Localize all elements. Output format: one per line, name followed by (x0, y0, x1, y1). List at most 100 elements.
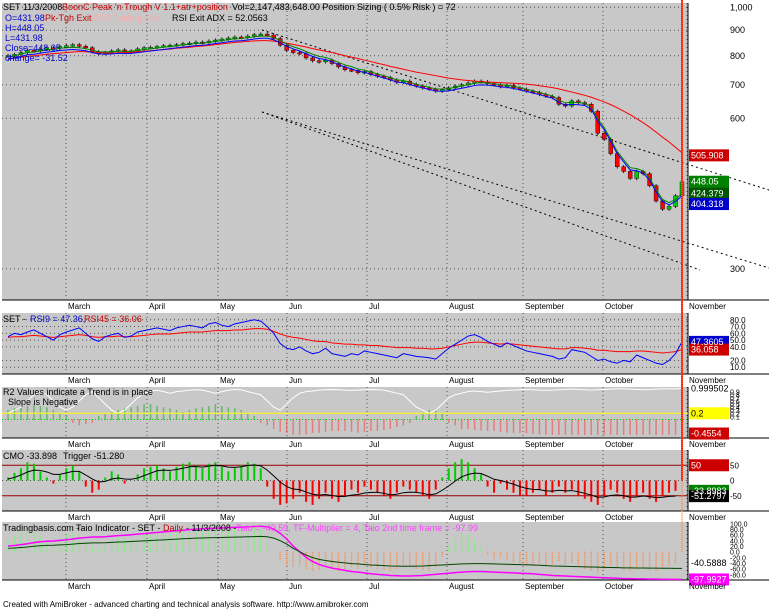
month-label-cmo: May (220, 513, 235, 522)
cmo-trigger-label: Trigger -51.280 (63, 451, 124, 461)
taio-value-label: -40.5888 (691, 558, 727, 568)
month-label-price: May (220, 302, 235, 311)
month-label-taio: March (68, 582, 90, 591)
taio-value-label: -97.9927 (691, 574, 727, 584)
month-label-r2: September (525, 440, 564, 449)
price-atr: ATR Trailing Exit (93, 13, 160, 23)
rsi-symbol: SET - (3, 314, 26, 324)
rsi9-label: RSI9 = 47.36, (30, 314, 85, 324)
month-label-price: October (605, 302, 634, 311)
cmo-tick: -50 (730, 492, 742, 501)
taio-values: Taio = -40.59, TF-Multiplier = 4, Taio 2… (236, 523, 478, 533)
chart-canvas: March April May Jun Jul August September Octobe… (2, 0, 769, 591)
cmo-value-label: -51.2797 (691, 491, 727, 501)
month-label-rsi: Jun (289, 376, 302, 385)
price-vol: Vol=2,147,483,648.00 Position Sizing ( 0… (232, 2, 456, 12)
month-label-cmo: November (689, 513, 726, 522)
r2-subtitle: Slope is Negative (8, 397, 78, 407)
price-value-label: 404.318 (691, 199, 724, 209)
price-tick: 700 (730, 80, 745, 90)
month-label-taio: Jul (369, 582, 379, 591)
month-label-price: November (689, 302, 726, 311)
month-label-rsi: Jul (369, 376, 379, 385)
month-label-cmo: October (605, 513, 634, 522)
candle-body (290, 50, 296, 53)
candle-body (316, 60, 322, 63)
month-label-r2: Jul (369, 440, 379, 449)
price-pk: Pk-Tgh Exit (45, 13, 92, 23)
r2-value-label: -0.4554 (691, 429, 722, 439)
price-change: change= -31.52 (5, 53, 68, 63)
price-value-label: 505.908 (691, 150, 724, 160)
cmo-label: CMO -33.898 (3, 451, 57, 461)
cmo-tick: 0 (730, 477, 735, 486)
cmo-tick: 50 (730, 461, 739, 470)
month-label-cmo: March (68, 513, 90, 522)
candle-body (258, 33, 263, 36)
taio-name: Taio Indicator - SET - (76, 523, 160, 533)
candle-body (64, 45, 69, 48)
candle-body (569, 100, 575, 107)
rsi-tick: 40.0 (730, 343, 746, 352)
candle-body (602, 133, 607, 140)
month-label-rsi: October (605, 376, 634, 385)
rsi-value-label: 36.058 (691, 345, 719, 355)
month-label-cmo: September (525, 513, 564, 522)
month-label-cmo: April (149, 513, 165, 522)
candle-body (621, 166, 626, 172)
month-label-taio: Jun (289, 582, 302, 591)
taio-daily: Daily (163, 523, 184, 533)
month-label-taio: October (605, 582, 634, 591)
r2-tick: 0.1 (730, 414, 740, 421)
panel-bg-price (2, 3, 688, 300)
month-label-taio: August (449, 582, 475, 591)
month-label-rsi: September (525, 376, 564, 385)
price-value-label: 448.05 (691, 177, 719, 187)
month-label-cmo: August (449, 513, 475, 522)
candle-body (634, 171, 639, 179)
price-close: Close=448.05 (5, 43, 61, 53)
month-label-r2: August (449, 440, 475, 449)
month-label-price: August (449, 302, 475, 311)
month-label-price: April (149, 302, 165, 311)
price-tick: 1,000 (730, 2, 753, 12)
price-value-label: 424.379 (691, 189, 724, 199)
month-label-r2: October (605, 440, 634, 449)
r2-value-label: 0.999502 (691, 384, 729, 394)
price-tick: 600 (730, 113, 745, 123)
rsi-tick: 10.0 (730, 363, 746, 372)
month-label-price: March (68, 302, 90, 311)
r2-value-label: 0.2 (691, 408, 704, 418)
month-label-taio: April (149, 582, 165, 591)
price-symbol: SET 11/3/2008 (3, 2, 62, 12)
rsi45-label: RSI45 = 36.06 (84, 314, 142, 324)
r2-title: R2 Values indicate a Trend is in place (3, 387, 153, 397)
price-low: L=431.98 (5, 33, 43, 43)
candle-body (77, 44, 82, 47)
taio-tick: -80.0 (730, 572, 746, 579)
price-tick: 800 (730, 51, 745, 61)
candle-body (265, 33, 270, 36)
price-open: O=431.98 (5, 13, 45, 23)
month-label-cmo: Jun (289, 513, 302, 522)
candle-body (310, 57, 315, 61)
candle-body (252, 34, 257, 37)
candle-body (627, 171, 633, 179)
month-label-r2: May (220, 440, 235, 449)
month-label-r2: November (689, 440, 726, 449)
candle-body (83, 46, 88, 48)
taio-date: - 11/3/2008 - (186, 523, 236, 533)
month-label-price: Jun (289, 302, 302, 311)
candle-body (666, 206, 672, 210)
month-label-price: September (525, 302, 564, 311)
month-label-taio: September (525, 582, 564, 591)
price-rsi-exit: RSI Exit ADX = 52.0563 (172, 13, 268, 23)
cmo-value-label: 50 (691, 460, 701, 470)
month-label-r2: Jun (289, 440, 302, 449)
candle-body (349, 69, 354, 72)
price-system: BoonC Peak 'n Trough V 1.1+atr+position (62, 2, 228, 12)
month-label-rsi: May (220, 376, 235, 385)
axis-bg-taio (688, 522, 769, 580)
taio-site: Tradingbasis.com - (3, 523, 79, 533)
candle-body (70, 44, 76, 47)
